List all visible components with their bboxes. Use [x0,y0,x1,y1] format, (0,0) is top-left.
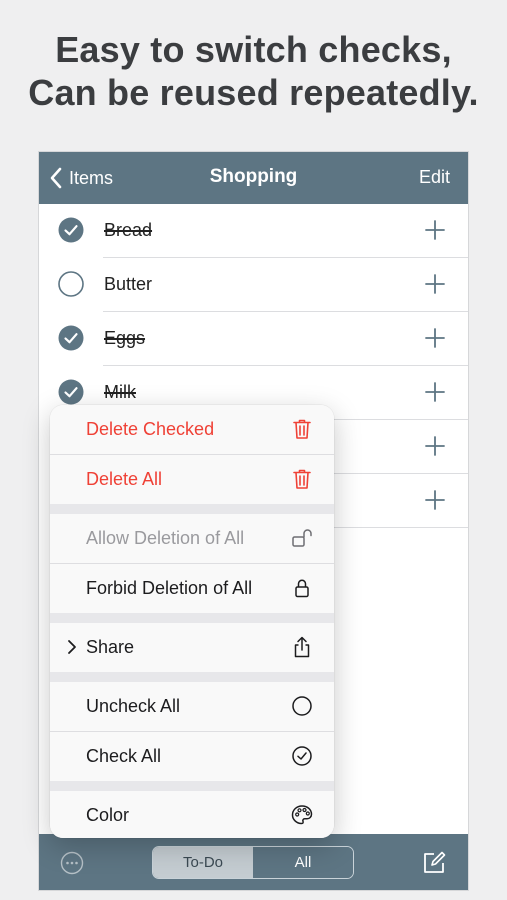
filter-segmented-control: To-Do All [152,846,354,879]
menu-item-label: Uncheck All [86,696,181,716]
menu-group-gap [50,672,334,682]
trash-icon [293,469,311,489]
menu-group-gap [50,613,334,623]
headline-line-1: Easy to switch checks, [55,29,452,70]
menu-item-label: Delete Checked [86,419,215,439]
menu-item-delete-all[interactable]: Delete All [50,455,334,504]
segment-all[interactable]: All [253,847,353,878]
menu-item-color[interactable]: Color [50,791,334,838]
chevron-right-icon [68,640,76,654]
list-item: Bread [39,204,468,258]
item-label: Butter [104,274,153,294]
menu-item-allow-deletion[interactable]: Allow Deletion of All [50,514,334,563]
circle-icon [292,696,312,716]
headline-line-2: Can be reused repeatedly. [28,72,479,113]
plus-icon[interactable] [424,219,446,241]
checked-circle-icon[interactable] [58,325,84,351]
segment-todo[interactable]: To-Do [153,847,253,878]
plus-icon[interactable] [424,435,446,457]
edit-button[interactable]: Edit [419,167,450,188]
compose-icon[interactable] [421,850,447,876]
context-menu: Delete Checked Delete All Allow Deletion… [50,405,334,838]
item-label: Eggs [104,328,146,348]
plus-icon[interactable] [424,273,446,295]
menu-item-uncheck-all[interactable]: Uncheck All [50,682,334,731]
menu-item-check-all[interactable]: Check All [50,732,334,781]
menu-item-label: Check All [86,746,162,766]
plus-icon[interactable] [424,327,446,349]
menu-item-forbid-deletion[interactable]: Forbid Deletion of All [50,564,334,613]
list-item: Eggs [39,312,468,366]
navigation-bar: Items Shopping Edit [39,152,468,204]
menu-item-share[interactable]: Share [50,623,334,672]
item-label: Milk [104,382,136,402]
share-icon [294,636,310,658]
checkmark-circle-icon [292,746,312,766]
checked-circle-icon[interactable] [58,379,84,405]
checked-circle-icon[interactable] [58,217,84,243]
unchecked-circle-icon[interactable] [58,271,84,297]
menu-group-gap [50,504,334,514]
lock-icon [295,579,309,598]
menu-group-gap [50,781,334,791]
menu-item-label: Delete All [86,469,163,489]
menu-item-delete-checked[interactable]: Delete Checked [50,405,334,454]
plus-icon[interactable] [424,489,446,511]
menu-item-label: Allow Deletion of All [86,528,245,548]
plus-icon[interactable] [424,381,446,403]
menu-item-label: Share [86,637,135,657]
trash-icon [293,419,311,439]
more-icon[interactable] [60,851,84,875]
headline: Easy to switch checks, Can be reused rep… [0,28,507,114]
menu-item-label: Color [86,805,130,825]
menu-item-label: Forbid Deletion of All [86,578,253,598]
page-title: Shopping [209,166,298,187]
palette-icon [291,805,313,825]
list-item: Butter [39,258,468,312]
bottom-toolbar: To-Do All [39,834,468,890]
item-label: Bread [104,220,153,240]
unlock-icon [292,529,312,547]
